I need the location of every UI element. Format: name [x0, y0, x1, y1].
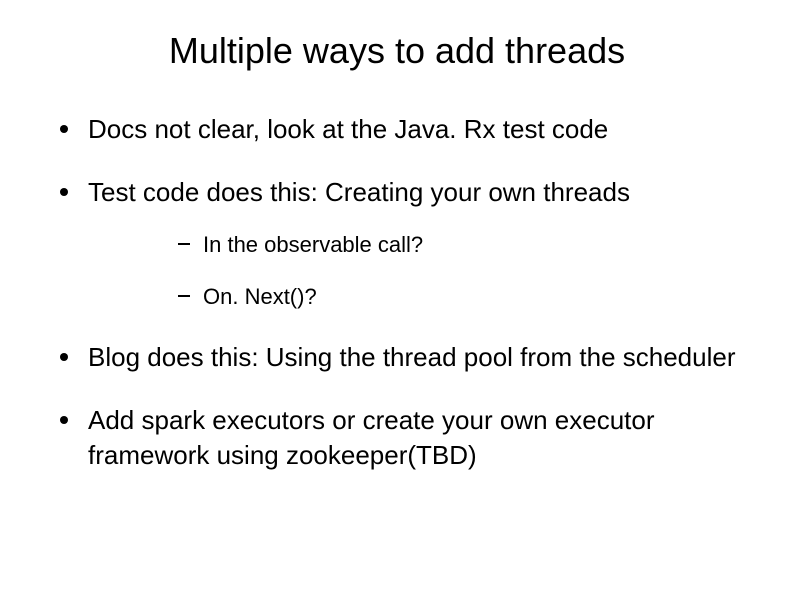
slide-title: Multiple ways to add threads	[40, 30, 754, 72]
bullet-text: Docs not clear, look at the Java. Rx tes…	[88, 114, 608, 144]
bullet-text: Add spark executors or create your own e…	[88, 405, 655, 470]
list-item: On. Next()?	[178, 282, 754, 312]
bullet-text: Blog does this: Using the thread pool fr…	[88, 342, 736, 372]
slide: Multiple ways to add threads Docs not cl…	[0, 0, 794, 595]
list-item: In the observable call?	[178, 230, 754, 260]
bullet-text: In the observable call?	[203, 232, 423, 257]
list-item: Add spark executors or create your own e…	[60, 403, 754, 473]
list-item: Blog does this: Using the thread pool fr…	[60, 340, 754, 375]
bullet-text: Test code does this: Creating your own t…	[88, 177, 630, 207]
list-item: Docs not clear, look at the Java. Rx tes…	[60, 112, 754, 147]
bullet-list: Docs not clear, look at the Java. Rx tes…	[40, 112, 754, 473]
list-item: Test code does this: Creating your own t…	[60, 175, 754, 311]
sub-bullet-list: In the observable call? On. Next()?	[88, 230, 754, 311]
bullet-text: On. Next()?	[203, 284, 317, 309]
